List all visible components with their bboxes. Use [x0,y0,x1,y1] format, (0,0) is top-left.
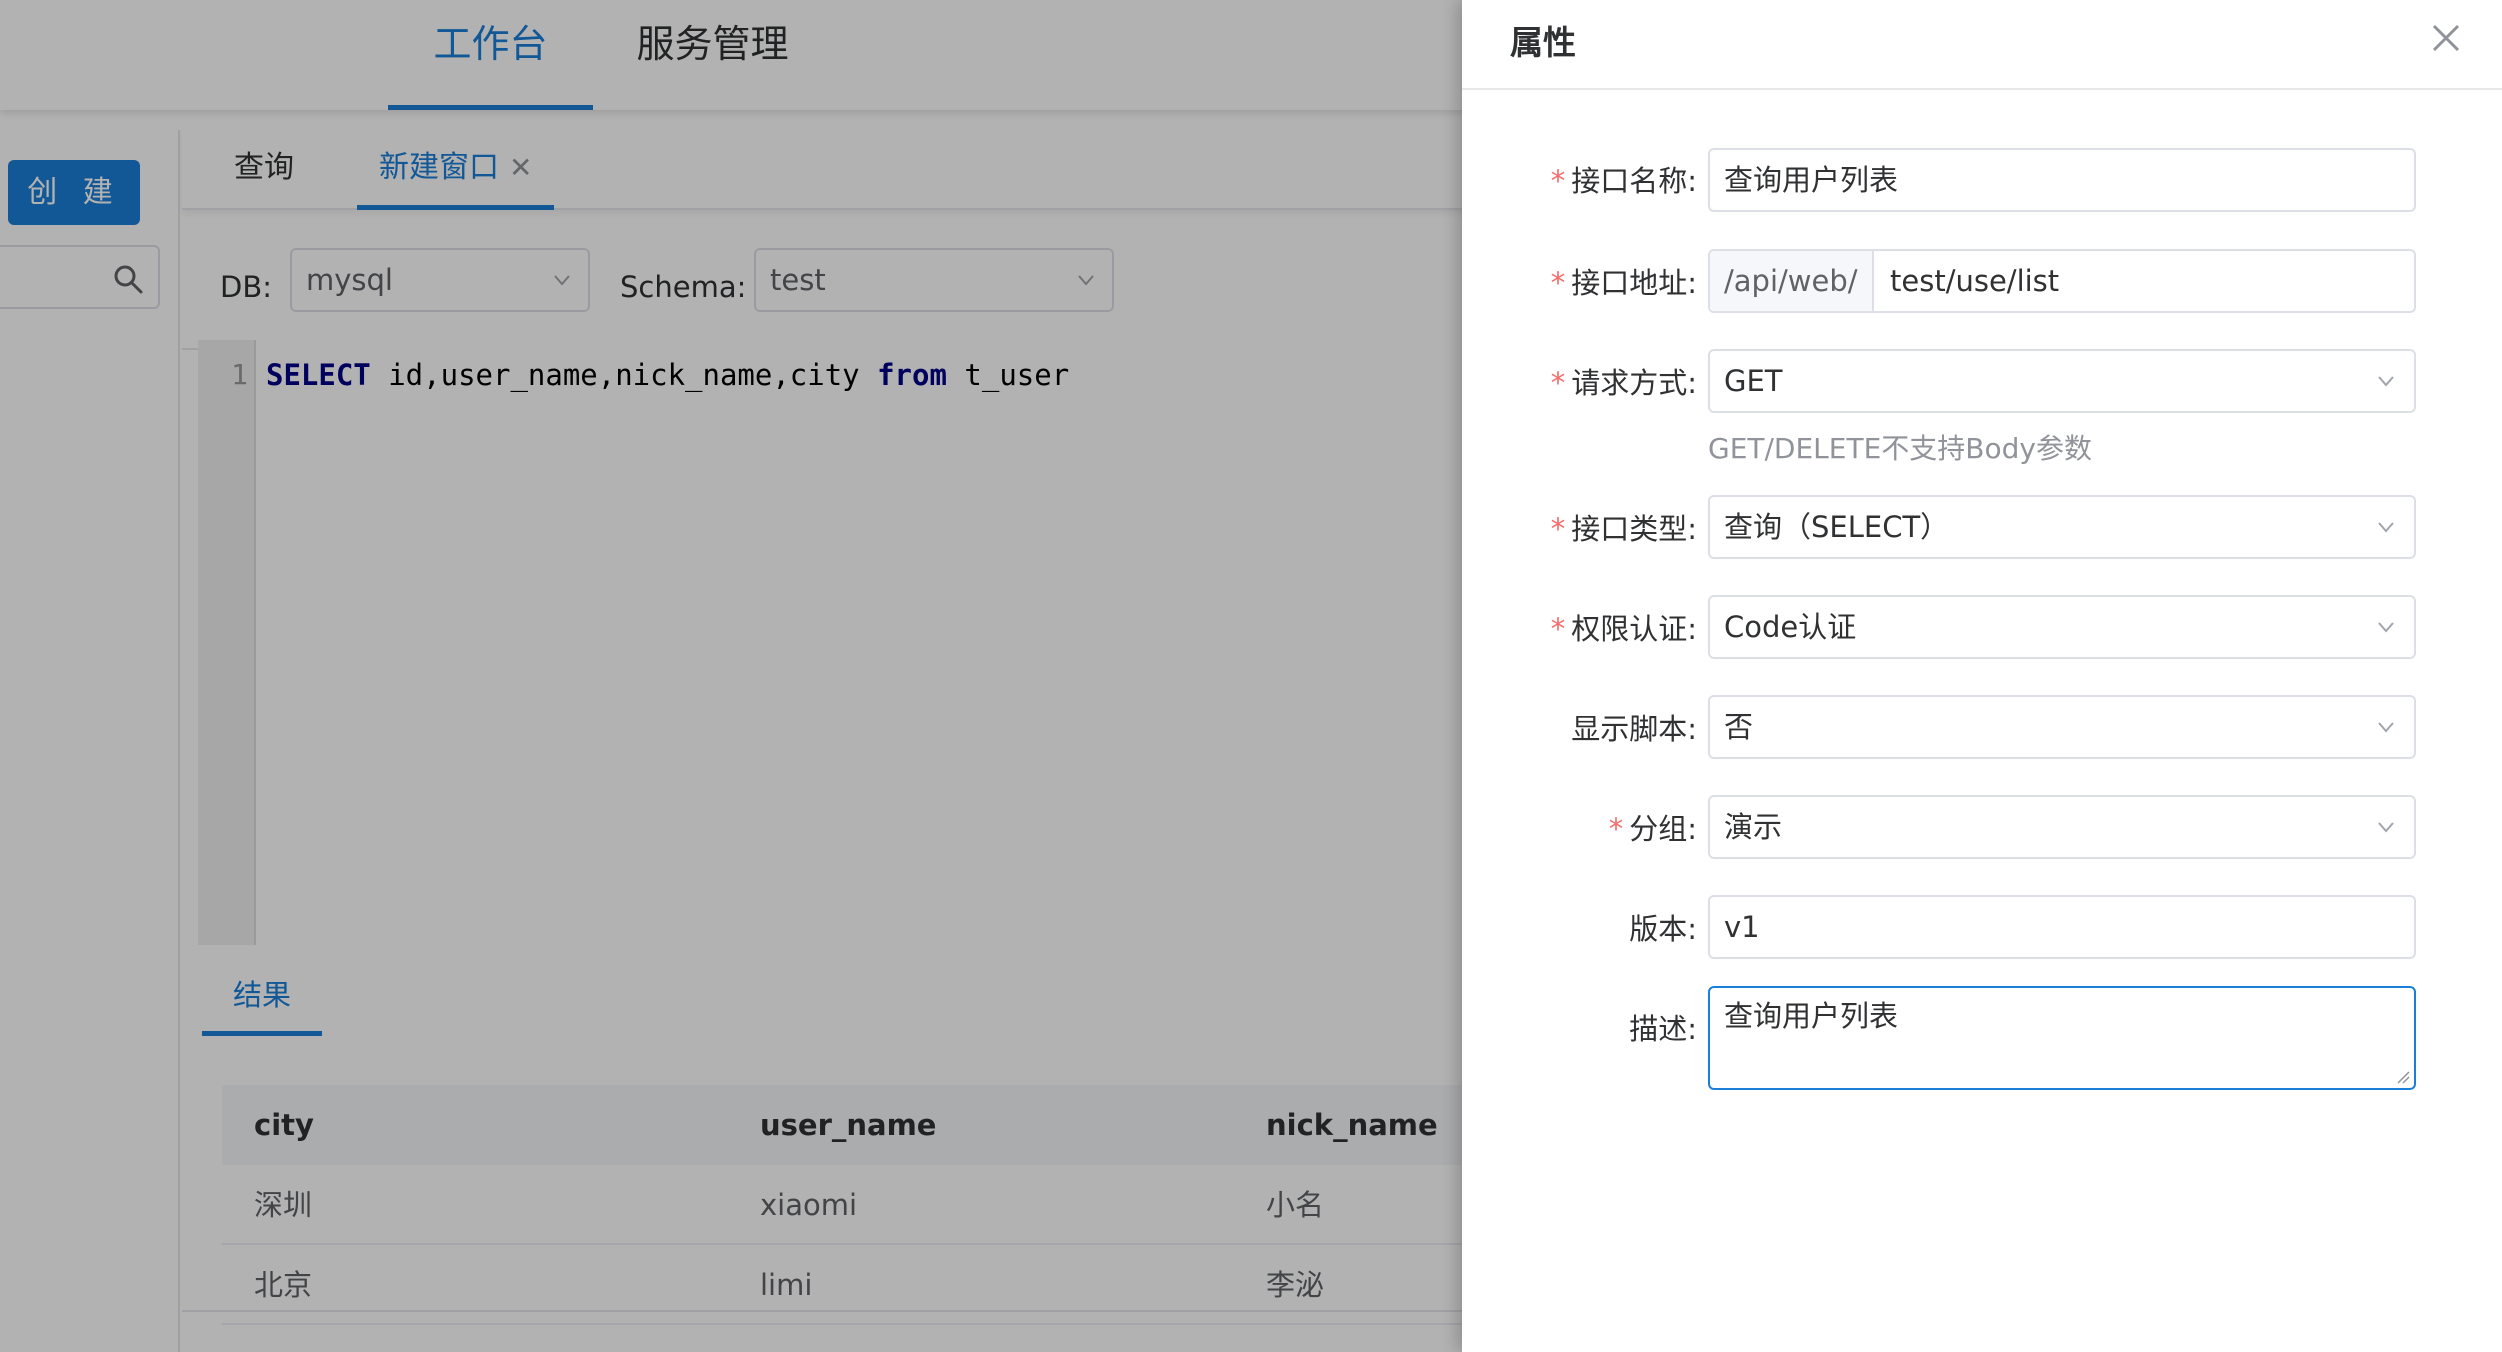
field-label-path: * 接口地址: [1462,260,1697,302]
chevron-down-icon [2378,722,2394,733]
field-label-show-script: 显示脚本: [1462,706,1697,748]
field-label-auth: * 权限认证: [1462,606,1697,648]
group-select[interactable]: 演示 [1708,795,2416,859]
field-label-type: * 接口类型: [1462,506,1697,548]
chevron-down-icon [2378,522,2394,533]
required-mark: * [1608,812,1624,846]
version-input[interactable]: v1 [1708,895,2416,959]
version-value: v1 [1724,910,1760,944]
api-path-input[interactable]: /api/web/ test/use/list [1708,249,2416,313]
field-label-description: 描述: [1462,1006,1697,1048]
required-mark: * [1550,366,1566,400]
chevron-down-icon [2378,822,2394,833]
resize-handle-icon[interactable] [2396,1070,2410,1084]
field-label-text: 接口名称: [1571,164,1697,198]
field-label-text: 接口地址: [1571,266,1697,300]
api-type-select[interactable]: 查询（SELECT） [1708,495,2416,559]
field-label-text: 请求方式: [1571,366,1697,400]
required-mark: * [1550,512,1566,546]
chevron-down-icon [2378,376,2394,387]
field-label-method: * 请求方式: [1462,360,1697,402]
api-path-value: test/use/list [1890,264,2060,298]
api-name-value: 查询用户列表 [1724,163,1899,197]
api-path-prefix: /api/web/ [1710,251,1874,311]
auth-select[interactable]: Code认证 [1708,595,2416,659]
api-name-input[interactable]: 查询用户列表 [1708,148,2416,212]
show-script-value: 否 [1724,710,1754,744]
field-label-version: 版本: [1462,906,1697,948]
method-hint: GET/DELETE不支持Body参数 [1708,432,2092,465]
properties-drawer: 属性 * 接口名称: 查询用户列表 * 接口地址: /api/web/ test/u… [1462,0,2502,1352]
drawer-title: 属性 [1510,23,1576,62]
field-label-text: 权限认证: [1571,612,1697,646]
show-script-select[interactable]: 否 [1708,695,2416,759]
request-method-value: GET [1724,364,1783,398]
description-value: 查询用户列表 [1724,999,1899,1033]
auth-value: Code认证 [1724,610,1857,644]
required-mark: * [1550,266,1566,300]
field-label-text: 显示脚本: [1571,712,1697,746]
field-label-group: * 分组: [1462,806,1697,848]
api-type-value: 查询（SELECT） [1724,510,1950,544]
close-icon[interactable] [2428,20,2464,56]
field-label-text: 接口类型: [1571,512,1697,546]
description-textarea[interactable]: 查询用户列表 [1708,986,2416,1090]
required-mark: * [1550,612,1566,646]
group-value: 演示 [1724,810,1783,844]
chevron-down-icon [2378,622,2394,633]
field-label-text: 版本: [1629,912,1697,946]
required-mark: * [1550,164,1566,198]
request-method-select[interactable]: GET [1708,349,2416,413]
field-label-text: 分组: [1629,812,1697,846]
field-label-text: 描述: [1629,1012,1697,1046]
drawer-divider [1462,88,2502,90]
field-label-name: * 接口名称: [1462,158,1697,200]
